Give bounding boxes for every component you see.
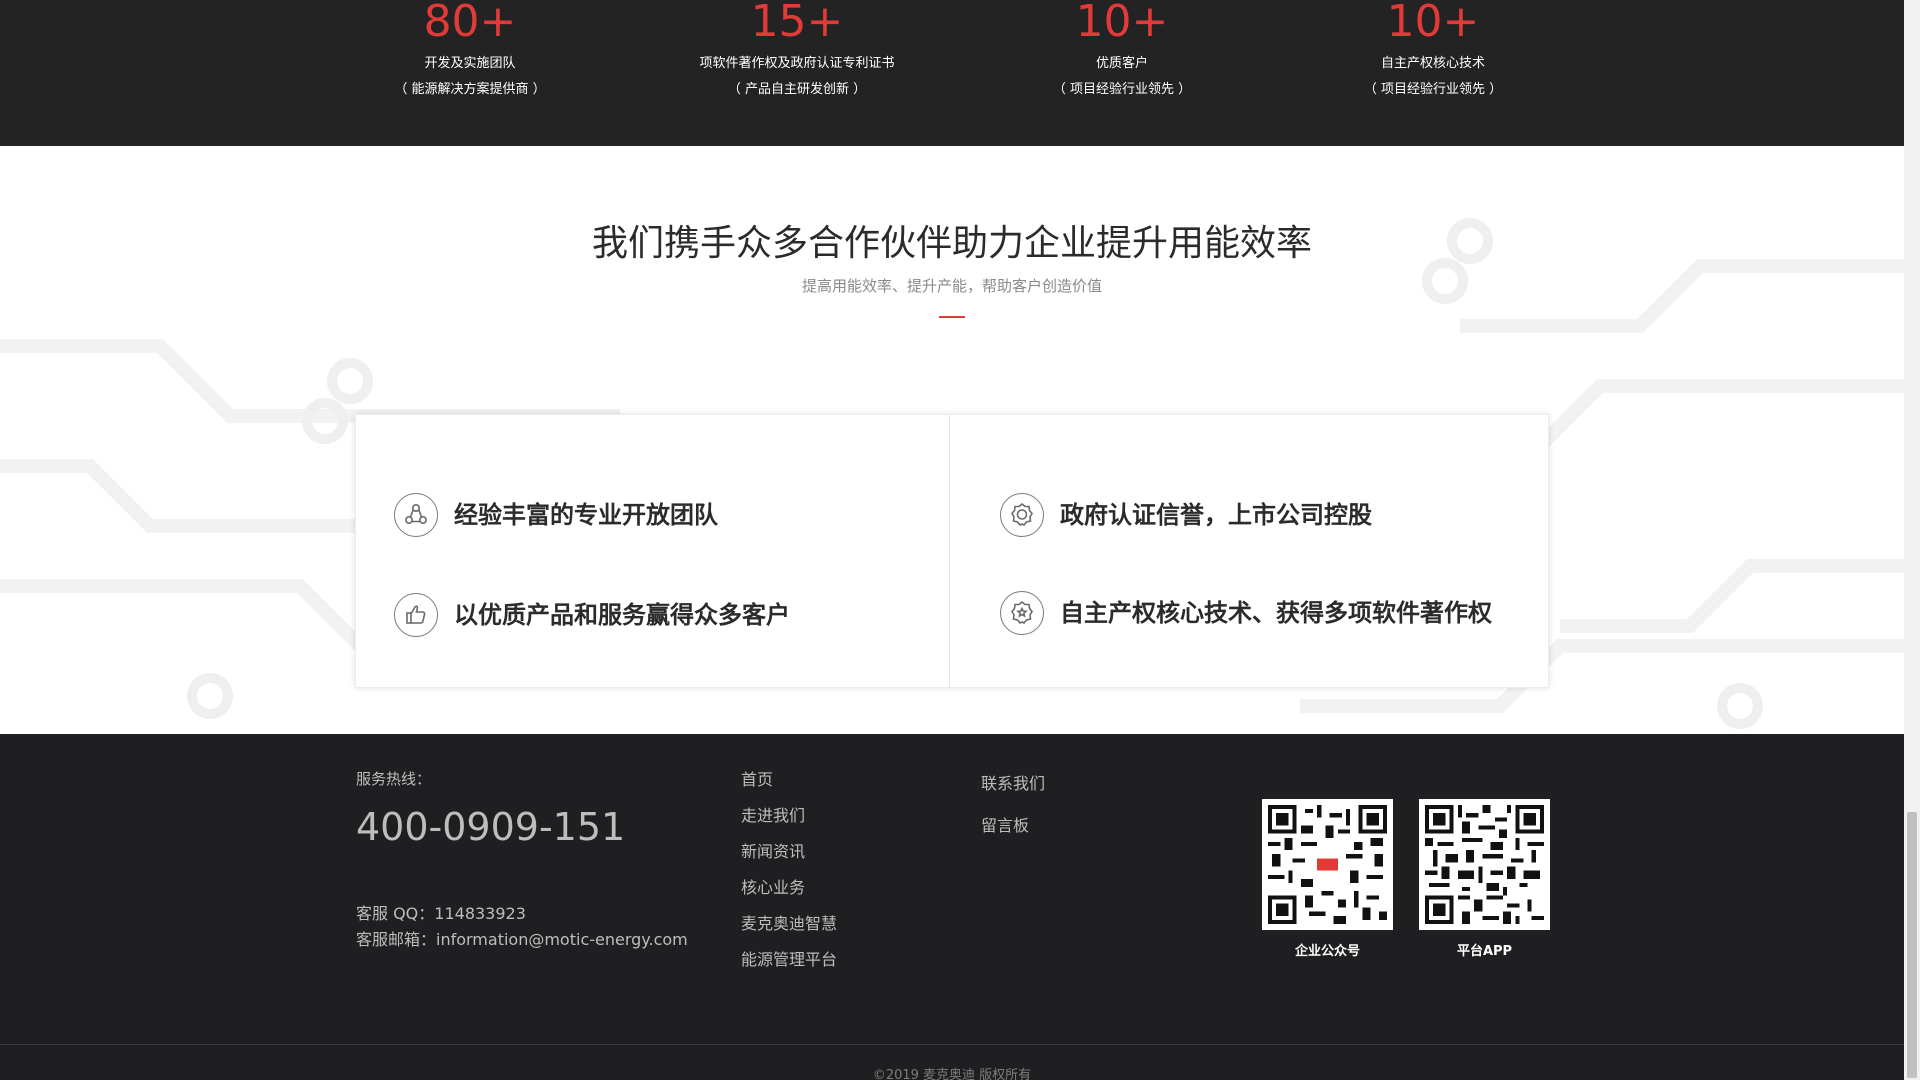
copyright: ©2019 麦克奥迪 版权所有 [872, 1068, 1032, 1080]
stat-subtitle: （ 项目经验行业领先 ） [1363, 82, 1503, 97]
stat-subtitle: （ 项目经验行业领先 ） [1052, 82, 1192, 97]
qr-label: 企业公众号 [1294, 944, 1360, 959]
qr-label: 平台APP [1456, 944, 1513, 959]
features-card: 经验丰富的专业开放团队 以优质产品和服务赢得众多客户 政府认证信誉，上市公司控股 [355, 414, 1549, 688]
stat-item: 80+ 开发及实施团队 （ 能源解决方案提供商 ） [320, 0, 620, 98]
footer-link-contact[interactable]: 联系我们 [981, 774, 1045, 794]
stat-item: 10+ 自主产权核心技术 （ 项目经验行业领先 ） [1283, 0, 1583, 98]
qr-code-wechat [1262, 799, 1393, 930]
scrollbar-track[interactable] [1904, 0, 1920, 1080]
card-divider [949, 415, 950, 687]
badge-icon [1000, 493, 1044, 537]
feature-text: 政府认证信誉，上市公司控股 [1060, 501, 1372, 529]
feature-text: 以优质产品和服务赢得众多客户 [454, 601, 790, 629]
stat-item: 15+ 项软件著作权及政府认证专利证书 （ 产品自主研发创新 ） [647, 0, 947, 98]
footer-divider [0, 1044, 1904, 1045]
footer: 服务热线： 400-0909-151 客服 QQ：114833923 客服邮箱：… [0, 734, 1904, 1080]
section-subtitle: 提高用能效率、提升产能，帮助客户创造价值 [801, 277, 1102, 295]
stat-subtitle: （ 能源解决方案提供商 ） [394, 82, 546, 97]
stat-item: 10+ 优质客户 （ 项目经验行业领先 ） [972, 0, 1272, 98]
hotline-label: 服务热线： [356, 770, 432, 788]
qr-code-app [1419, 799, 1550, 930]
title-divider [939, 316, 965, 318]
footer-link-business[interactable]: 核心业务 [741, 878, 837, 898]
footer-link-platform[interactable]: 能源管理平台 [741, 950, 837, 970]
stat-title: 开发及实施团队 [424, 56, 516, 71]
stat-title: 项软件著作权及政府认证专利证书 [699, 56, 895, 71]
stat-number: 10+ [1075, 0, 1169, 47]
stats-band: 80+ 开发及实施团队 （ 能源解决方案提供商 ） 15+ 项软件著作权及政府认… [0, 0, 1904, 146]
scrollbar-thumb[interactable] [1907, 812, 1917, 1078]
feature-text: 自主产权核心技术、获得多项软件著作权 [1060, 599, 1492, 627]
service-qq: 客服 QQ：114833923 [356, 904, 526, 923]
service-email: 客服邮箱：information@motic-energy.com [356, 930, 688, 949]
section-title: 我们携手众多合作伙伴助力企业提升用能效率 [591, 223, 1312, 264]
award-icon [1000, 591, 1044, 635]
partners-section: 我们携手众多合作伙伴助力企业提升用能效率 提高用能效率、提升产能，帮助客户创造价… [0, 146, 1904, 734]
footer-link-smart[interactable]: 麦克奥迪智慧 [741, 914, 837, 934]
footer-nav-secondary: 联系我们 留言板 [981, 774, 1045, 836]
hotline-number: 400-0909-151 [356, 805, 626, 849]
stat-number: 80+ [423, 0, 517, 47]
feature-item: 自主产权核心技术、获得多项软件著作权 [1000, 591, 1492, 635]
stat-number: 15+ [750, 0, 844, 47]
footer-nav-primary: 首页 走进我们 新闻资讯 核心业务 麦克奥迪智慧 能源管理平台 [741, 770, 837, 970]
stat-subtitle: （ 产品自主研发创新 ） [727, 82, 867, 97]
feature-item: 经验丰富的专业开放团队 [394, 493, 718, 537]
qr-code-icon [1268, 805, 1387, 924]
footer-link-home[interactable]: 首页 [741, 770, 837, 790]
thumbs-up-icon [394, 593, 438, 637]
stat-title: 优质客户 [1095, 56, 1148, 71]
qr-code-icon [1425, 805, 1544, 924]
footer-link-about[interactable]: 走进我们 [741, 806, 837, 826]
feature-text: 经验丰富的专业开放团队 [454, 501, 718, 529]
footer-link-news[interactable]: 新闻资讯 [741, 842, 837, 862]
stat-title: 自主产权核心技术 [1380, 56, 1485, 71]
stat-number: 10+ [1386, 0, 1480, 47]
team-icon [394, 493, 438, 537]
footer-link-guestbook[interactable]: 留言板 [981, 816, 1045, 836]
feature-item: 政府认证信誉，上市公司控股 [1000, 493, 1372, 537]
feature-item: 以优质产品和服务赢得众多客户 [394, 593, 790, 637]
